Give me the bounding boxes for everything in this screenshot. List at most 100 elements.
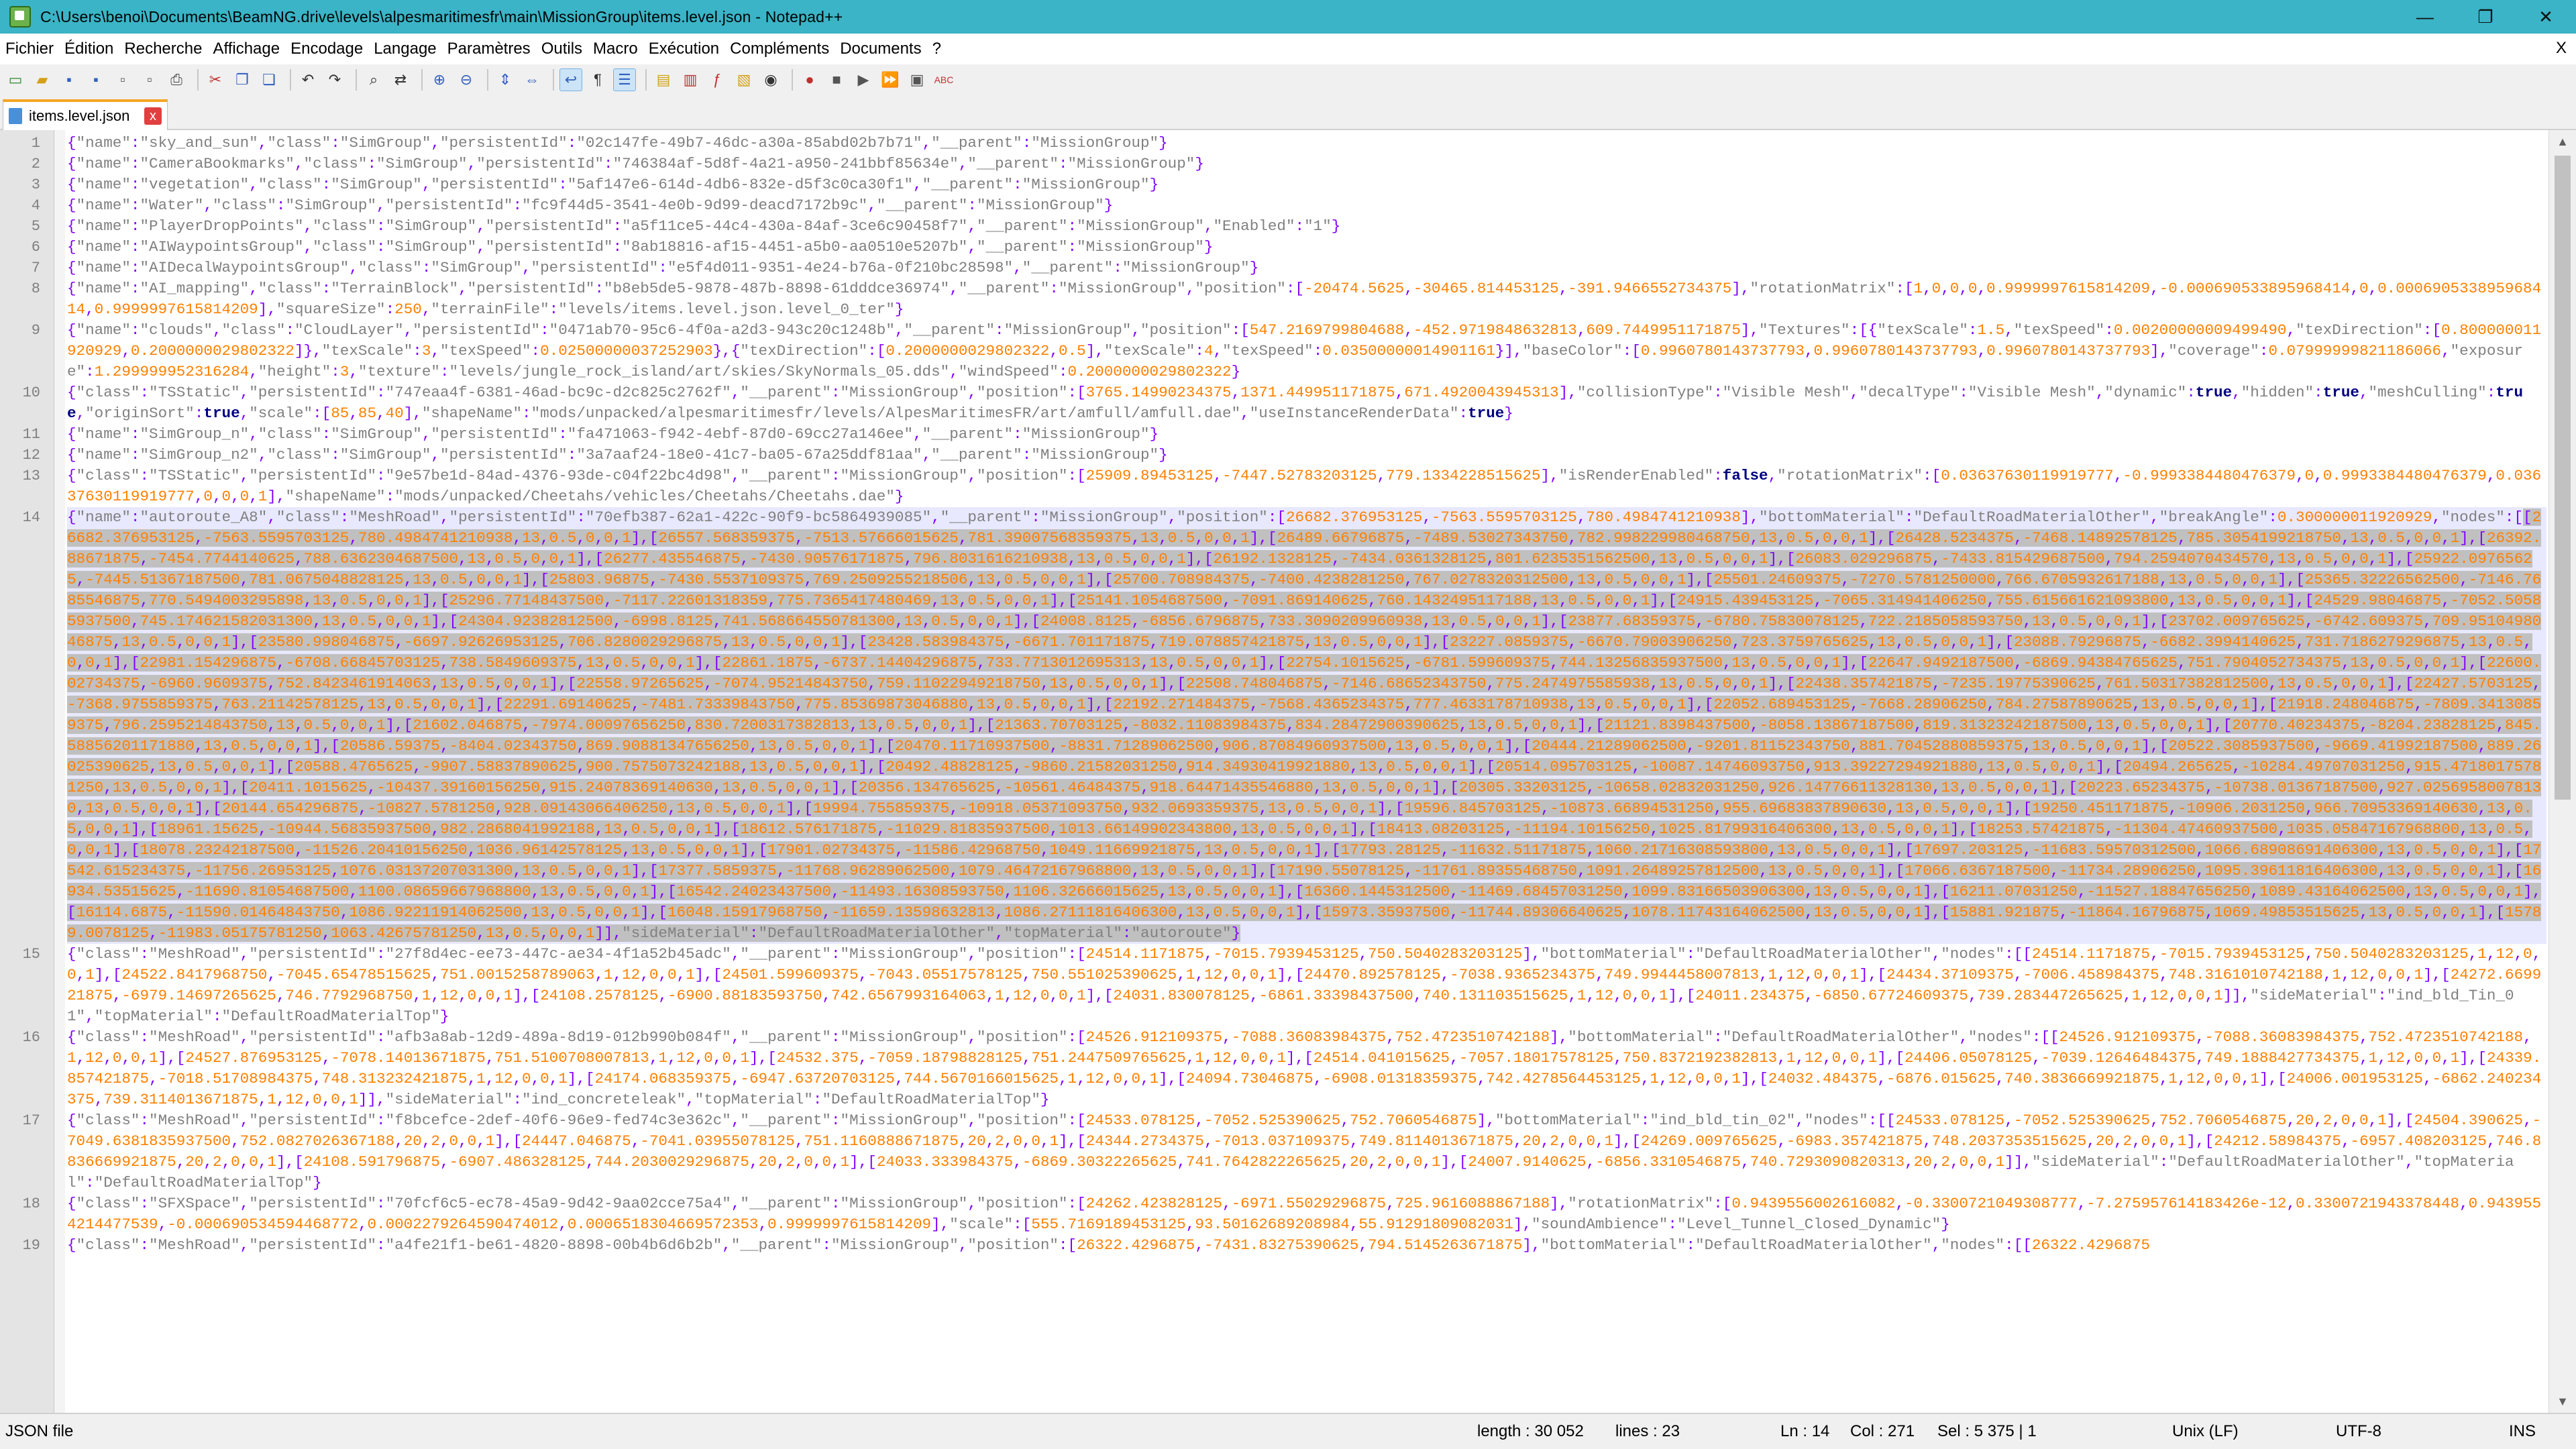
- code-line[interactable]: 15 {"class":"MeshRoad","persistentId":"27…: [23, 944, 2546, 1027]
- folder-workspace-icon[interactable]: ▧: [733, 68, 755, 91]
- menu-language[interactable]: Langage: [368, 40, 441, 58]
- status-eol[interactable]: Unix (LF): [2172, 1422, 2239, 1441]
- menu-encoding[interactable]: Encodage: [285, 40, 368, 58]
- status-insert-mode[interactable]: INS: [2509, 1422, 2536, 1441]
- line-number: 15: [22, 946, 40, 963]
- code-line[interactable]: 17 {"class":"MeshRoad","persistentId":"f8…: [23, 1110, 2546, 1193]
- code-line[interactable]: 4 {"name":"Water","class":"SimGroup","per…: [32, 195, 2546, 216]
- play-macro-icon[interactable]: ▶: [852, 68, 875, 91]
- line-number: 19: [22, 1237, 40, 1254]
- line-number: 18: [22, 1195, 40, 1212]
- all-chars-icon[interactable]: ¶: [586, 68, 609, 91]
- scrollbar-thumb[interactable]: [2555, 156, 2571, 800]
- paste-icon[interactable]: ❏: [258, 68, 280, 91]
- close-icon[interactable]: ▫: [111, 68, 134, 91]
- zoom-out-icon[interactable]: ⊖: [455, 68, 478, 91]
- stop-macro-icon[interactable]: ■: [825, 68, 848, 91]
- replace-icon[interactable]: ⇄: [389, 68, 412, 91]
- close-window-button[interactable]: ✕: [2516, 0, 2576, 34]
- new-file-icon[interactable]: ▭: [4, 68, 27, 91]
- line-text: {"name":"CameraBookmarks","class":"SimGr…: [67, 155, 1204, 172]
- code-line[interactable]: 7 {"name":"AIDecalWaypointsGroup","class"…: [32, 258, 2546, 278]
- code-area[interactable]: 1 {"name":"sky_and_sun","class":"SimGroup…: [23, 133, 2546, 1256]
- code-line[interactable]: 10 {"class":"TSStatic","persistentId":"74…: [23, 382, 2546, 424]
- fold-margin[interactable]: [54, 130, 65, 1413]
- line-number: 16: [22, 1029, 40, 1046]
- scroll-up-icon[interactable]: ▲: [2549, 130, 2576, 153]
- code-line[interactable]: 19 {"class":"MeshRoad","persistentId":"a4…: [23, 1235, 2546, 1256]
- udl-icon[interactable]: ▤: [652, 68, 675, 91]
- redo-icon[interactable]: ↷: [323, 68, 346, 91]
- undo-icon[interactable]: ↶: [297, 68, 319, 91]
- line-number: 3: [31, 176, 40, 193]
- menu-view[interactable]: Affichage: [207, 40, 285, 58]
- vertical-scrollbar[interactable]: ▲ ▼: [2548, 130, 2576, 1413]
- maximize-button[interactable]: ❐: [2455, 0, 2516, 34]
- line-text: {"class":"MeshRoad","persistentId":"afb3…: [67, 1028, 2542, 1108]
- print-icon[interactable]: ⎙: [165, 68, 188, 91]
- code-line[interactable]: 11 {"name":"SimGroup_n","class":"SimGroup…: [23, 424, 2546, 445]
- code-line[interactable]: 13 {"class":"TSStatic","persistentId":"9e…: [23, 466, 2546, 507]
- menu-tools[interactable]: Outils: [536, 40, 588, 58]
- code-line[interactable]: 8 {"name":"AI_mapping","class":"TerrainBl…: [32, 278, 2546, 320]
- monitor-icon[interactable]: ◉: [759, 68, 782, 91]
- line-text: {"class":"TSStatic","persistentId":"9e57…: [67, 467, 2542, 505]
- close-all-icon[interactable]: ▫: [138, 68, 161, 91]
- save-icon[interactable]: ▪: [58, 68, 80, 91]
- status-encoding[interactable]: UTF-8: [2336, 1422, 2381, 1441]
- find-icon[interactable]: ⌕: [362, 68, 385, 91]
- record-macro-icon[interactable]: ●: [798, 68, 821, 91]
- indent-guide-icon[interactable]: ☰: [613, 68, 636, 91]
- tab-items-level-json[interactable]: items.level.json x: [3, 99, 168, 130]
- code-line[interactable]: 2 {"name":"CameraBookmarks","class":"SimG…: [32, 154, 2546, 174]
- menu-plugins[interactable]: Compléments: [724, 40, 835, 58]
- menu-settings[interactable]: Paramètres: [442, 40, 536, 58]
- sync-v-icon[interactable]: ⇕: [494, 68, 517, 91]
- line-text: {"class":"MeshRoad","persistentId":"27f8…: [67, 945, 2542, 1025]
- menu-search[interactable]: Recherche: [119, 40, 207, 58]
- line-number: 6: [31, 239, 40, 256]
- scroll-down-icon[interactable]: ▼: [2549, 1390, 2576, 1413]
- save-macro-icon[interactable]: ▣: [906, 68, 928, 91]
- copy-icon[interactable]: ❐: [231, 68, 254, 91]
- line-number: 4: [31, 197, 40, 214]
- menu-help[interactable]: ?: [927, 40, 947, 58]
- zoom-in-icon[interactable]: ⊕: [428, 68, 451, 91]
- function-list-icon[interactable]: ƒ: [706, 68, 729, 91]
- code-line[interactable]: 1 {"name":"sky_and_sun","class":"SimGroup…: [32, 133, 2546, 154]
- doc-map-icon[interactable]: ▥: [679, 68, 702, 91]
- menu-macro[interactable]: Macro: [588, 40, 643, 58]
- code-line[interactable]: 18 {"class":"SFXSpace","persistentId":"70…: [23, 1193, 2546, 1235]
- tab-close-button[interactable]: x: [144, 107, 162, 125]
- save-all-icon[interactable]: ▪: [85, 68, 107, 91]
- line-text: {"name":"autoroute_A8","class":"MeshRoad…: [67, 508, 2542, 942]
- run-macro-icon[interactable]: ⏩: [879, 68, 902, 91]
- code-line[interactable]: 3 {"name":"vegetation","class":"SimGroup"…: [32, 174, 2546, 195]
- line-number: 17: [22, 1112, 40, 1129]
- menu-file[interactable]: Fichier: [0, 40, 59, 58]
- code-line[interactable]: 5 {"name":"PlayerDropPoints","class":"Sim…: [32, 216, 2546, 237]
- editor[interactable]: 1 {"name":"sky_and_sun","class":"SimGroup…: [0, 130, 2576, 1413]
- code-line[interactable]: 16 {"class":"MeshRoad","persistentId":"af…: [23, 1027, 2546, 1110]
- line-number: 7: [31, 260, 40, 276]
- notepadpp-app-icon[interactable]: [9, 6, 31, 28]
- open-file-icon[interactable]: ▰: [31, 68, 54, 91]
- line-text: {"name":"clouds","class":"CloudLayer","p…: [67, 321, 2542, 380]
- code-line[interactable]: 12 {"name":"SimGroup_n2","class":"SimGrou…: [23, 445, 2546, 466]
- status-lines: lines : 23: [1615, 1422, 1680, 1440]
- status-col: Col : 271: [1850, 1422, 1915, 1440]
- code-line[interactable]: 6 {"name":"AIWaypointsGroup","class":"Sim…: [32, 237, 2546, 258]
- menu-documents[interactable]: Documents: [835, 40, 926, 58]
- cut-icon[interactable]: ✂: [204, 68, 227, 91]
- minimize-button[interactable]: —: [2395, 0, 2455, 34]
- sync-h-icon[interactable]: ⇔: [521, 68, 543, 91]
- code-line[interactable]: 14 {"name":"autoroute_A8","class":"MeshRo…: [23, 507, 2546, 944]
- status-length: length : 30 052: [1477, 1422, 1584, 1440]
- close-document-button[interactable]: X: [2556, 39, 2567, 58]
- spell-check-icon[interactable]: ABC: [932, 68, 955, 91]
- word-wrap-icon[interactable]: ↩: [559, 68, 582, 91]
- menu-edit[interactable]: Édition: [59, 40, 119, 58]
- menu-bar: Fichier Édition Recherche Affichage Enco…: [0, 34, 2576, 64]
- menu-run[interactable]: Exécution: [643, 40, 724, 58]
- code-line[interactable]: 9 {"name":"clouds","class":"CloudLayer","…: [32, 320, 2546, 382]
